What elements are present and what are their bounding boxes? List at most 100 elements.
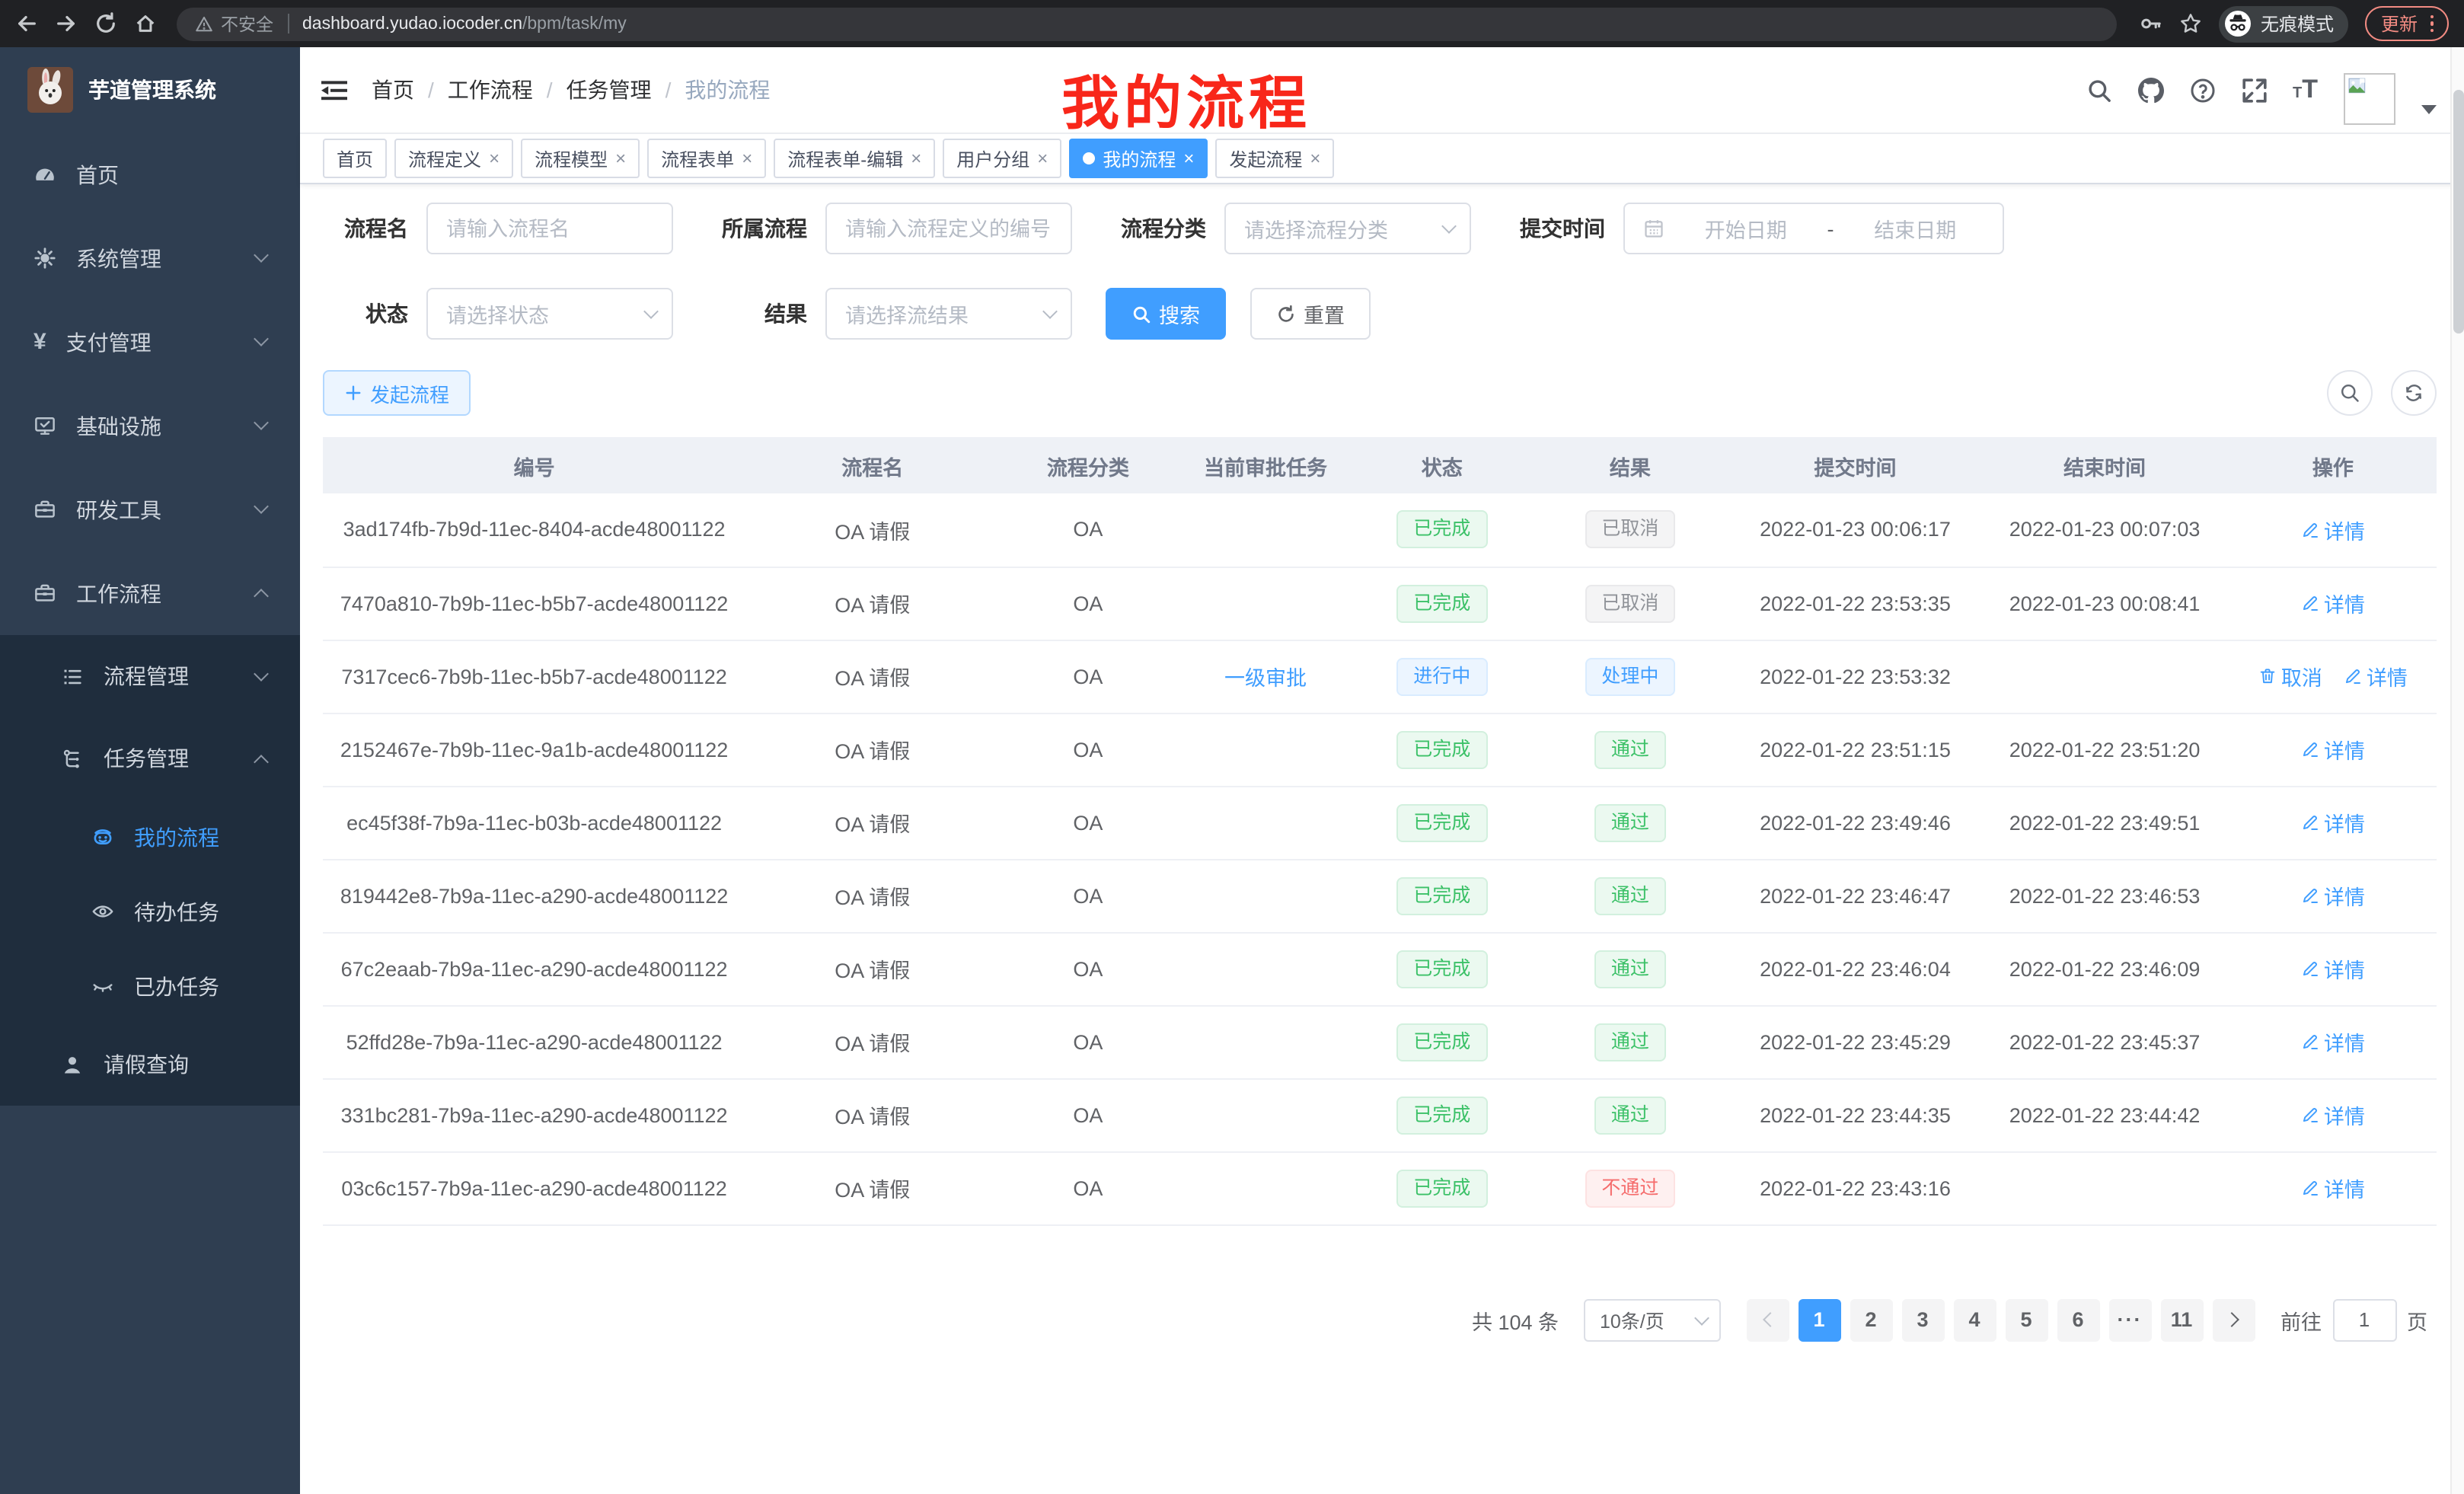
cell-status: 已完成	[1355, 1078, 1530, 1151]
pager-next[interactable]	[2212, 1298, 2255, 1341]
app-logo-row[interactable]: 芋道管理系统	[0, 47, 300, 132]
sidebar-item-task-manage[interactable]: 任务管理	[0, 717, 300, 800]
detail-link[interactable]: 详情	[2301, 734, 2365, 765]
key-icon[interactable]	[2140, 12, 2163, 35]
close-tab-icon[interactable]: ×	[1310, 149, 1320, 168]
tab-user-group[interactable]: 用户分组×	[943, 139, 1061, 178]
forward-icon[interactable]	[55, 12, 78, 35]
collapse-sidebar-icon[interactable]	[321, 77, 347, 103]
tab-home[interactable]: 首页	[323, 139, 387, 178]
goto-page-input[interactable]	[2332, 1298, 2396, 1341]
show-search-button[interactable]	[2327, 370, 2373, 416]
sidebar-item-leave-query[interactable]: 请假查询	[0, 1023, 300, 1106]
submit-time-range-picker[interactable]: 开始日期 - 结束日期	[1623, 203, 2004, 254]
sidebar-item-done-task[interactable]: 已办任务	[0, 949, 300, 1023]
bookmark-star-icon[interactable]	[2180, 12, 2203, 35]
font-size-icon[interactable]: TT	[2293, 75, 2318, 105]
reset-button[interactable]: 重置	[1250, 288, 1371, 340]
sidebar-item-process-manage[interactable]: 流程管理	[0, 635, 300, 717]
sidebar-item-payment-manage[interactable]: ¥支付管理	[0, 300, 300, 384]
detail-link[interactable]: 详情	[2301, 807, 2365, 838]
cell-actions: 详情	[2229, 859, 2437, 932]
close-tab-icon[interactable]: ×	[489, 149, 500, 168]
sidebar-item-infrastructure[interactable]: 基础设施	[0, 384, 300, 468]
sidebar-item-home[interactable]: 首页	[0, 132, 300, 216]
detail-link[interactable]: 详情	[2301, 1100, 2365, 1130]
reload-icon[interactable]	[94, 12, 117, 35]
search-icon[interactable]	[2086, 77, 2111, 103]
filter-label: 流程名	[329, 213, 426, 244]
page-button-2[interactable]: 2	[1850, 1298, 1892, 1341]
tab-start-process[interactable]: 发起流程×	[1215, 139, 1334, 178]
page-button-11[interactable]: 11	[2160, 1298, 2203, 1341]
github-icon[interactable]	[2137, 77, 2163, 103]
start-process-button[interactable]: 发起流程	[323, 370, 471, 416]
tab-process-model[interactable]: 流程模型×	[521, 139, 640, 178]
breadcrumb-item[interactable]: 工作流程	[448, 75, 533, 105]
search-button[interactable]: 搜索	[1106, 288, 1226, 340]
back-icon[interactable]	[15, 12, 38, 35]
close-tab-icon[interactable]: ×	[1037, 149, 1048, 168]
detail-link[interactable]: 详情	[2301, 515, 2365, 545]
page-button-5[interactable]: 5	[2005, 1298, 2047, 1341]
result-select[interactable]: 请选择流结果	[825, 288, 1072, 340]
detail-link[interactable]: 详情	[2301, 1173, 2365, 1203]
cancel-link[interactable]: 取消	[2258, 661, 2322, 691]
process-name-input[interactable]	[426, 203, 673, 254]
avatar-dropdown-icon[interactable]	[2421, 105, 2437, 114]
detail-link[interactable]: 详情	[2301, 1026, 2365, 1057]
status-select[interactable]: 请选择状态	[426, 288, 673, 340]
sidebar-item-dev-tools[interactable]: 研发工具	[0, 468, 300, 551]
pager-ellipsis[interactable]: ···	[2108, 1298, 2151, 1341]
broken-image-icon	[2348, 78, 2368, 94]
cell-category-text: OA	[1073, 957, 1103, 980]
browser-menu-icon[interactable]	[2430, 15, 2434, 33]
select-placeholder: 请选择流结果	[845, 298, 969, 329]
cell-name-text: OA 请假	[835, 959, 910, 982]
close-tab-icon[interactable]: ×	[911, 149, 921, 168]
tab-my-process[interactable]: 我的流程×	[1069, 139, 1208, 178]
help-icon[interactable]	[2189, 77, 2215, 103]
close-tab-icon[interactable]: ×	[1183, 149, 1194, 168]
filter-label: 提交时间	[1505, 213, 1623, 244]
page-button-4[interactable]: 4	[1953, 1298, 1996, 1341]
detail-link[interactable]: 详情	[2301, 880, 2365, 911]
breadcrumb-item[interactable]: 任务管理	[567, 75, 652, 105]
cell-end-time-text: 2022-01-23 00:08:41	[2009, 592, 2201, 615]
scrollbar-thumb[interactable]	[2453, 90, 2464, 334]
window-scrollbar[interactable]	[2450, 47, 2464, 1494]
tab-process-form-edit[interactable]: 流程表单-编辑×	[774, 139, 935, 178]
pager-prev[interactable]	[1746, 1298, 1789, 1341]
update-button[interactable]: 更新	[2366, 6, 2449, 41]
sidebar-item-todo-task[interactable]: 待办任务	[0, 874, 300, 949]
detail-link[interactable]: 详情	[2301, 588, 2365, 618]
home-icon[interactable]	[134, 12, 157, 35]
cell-task-text[interactable]: 一级审批	[1224, 667, 1307, 690]
refresh-table-button[interactable]	[2391, 370, 2437, 416]
page-button-1[interactable]: 1	[1798, 1298, 1840, 1341]
fullscreen-icon[interactable]	[2241, 77, 2267, 103]
cell-end-time: 2022-01-22 23:46:09	[1980, 932, 2229, 1005]
detail-link[interactable]: 详情	[2301, 953, 2365, 984]
tab-process-definition[interactable]: 流程定义×	[394, 139, 513, 178]
cell-end-time: 2022-01-23 00:07:03	[1980, 493, 2229, 567]
address-bar[interactable]: 不安全 dashboard.yudao.iocoder.cn/bpm/task/…	[177, 7, 2118, 40]
close-tab-icon[interactable]: ×	[742, 149, 752, 168]
cell-category: OA	[999, 713, 1176, 786]
sidebar-item-workflow[interactable]: 工作流程	[0, 551, 300, 635]
process-category-select[interactable]: 请选择流程分类	[1224, 203, 1471, 254]
page-button-3[interactable]: 3	[1901, 1298, 1944, 1341]
detail-link[interactable]: 详情	[2344, 661, 2408, 691]
page-button-6[interactable]: 6	[2057, 1298, 2099, 1341]
breadcrumb-item[interactable]: 首页	[372, 75, 414, 105]
filter-process-category: 流程分类 请选择流程分类	[1106, 203, 1471, 254]
close-tab-icon[interactable]: ×	[615, 149, 626, 168]
sidebar-item-my-process[interactable]: 我的流程	[0, 800, 300, 874]
avatar[interactable]	[2344, 73, 2395, 125]
page-size-select[interactable]: 10条/页	[1583, 1298, 1720, 1341]
sidebar-item-system-manage[interactable]: 系统管理	[0, 216, 300, 300]
cell-end-time: 2022-01-22 23:44:42	[1980, 1078, 2229, 1151]
process-definition-input[interactable]	[825, 203, 1072, 254]
tab-process-form[interactable]: 流程表单×	[647, 139, 766, 178]
cell-id-text: 819442e8-7b9a-11ec-a290-acde48001122	[340, 884, 728, 907]
